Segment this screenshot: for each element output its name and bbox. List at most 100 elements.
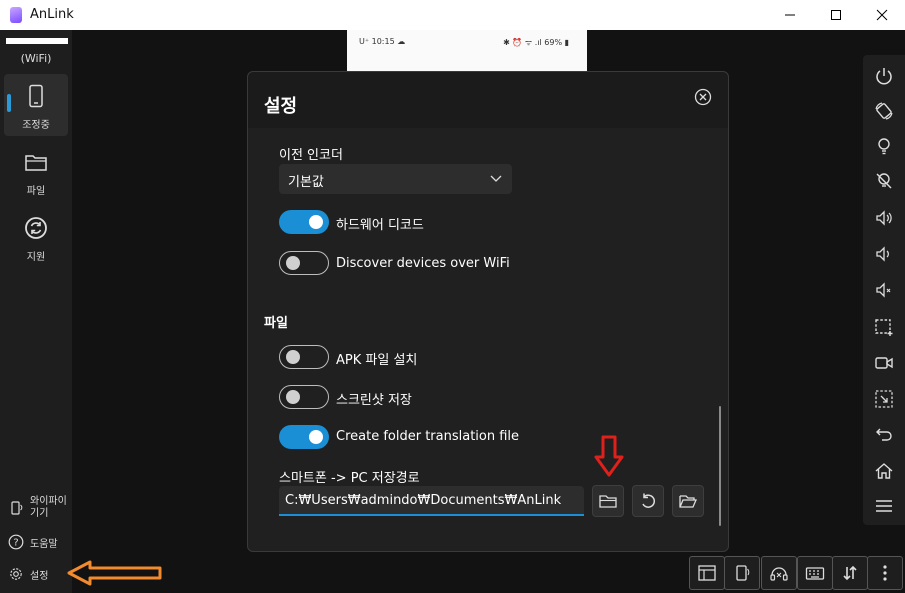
crop-icon bbox=[875, 390, 893, 408]
dialog-title: 설정 bbox=[264, 96, 298, 117]
encoder-select[interactable]: 기본값 bbox=[279, 164, 512, 194]
light-on-button[interactable] bbox=[871, 133, 897, 159]
audio-button[interactable] bbox=[761, 556, 797, 590]
crop-button[interactable] bbox=[871, 386, 897, 412]
audio-icon bbox=[770, 567, 788, 581]
light-on-icon bbox=[878, 138, 890, 155]
keyboard-icon bbox=[805, 567, 825, 580]
help-button[interactable]: ? 도움말 bbox=[8, 534, 58, 550]
keyboard-button[interactable] bbox=[797, 556, 833, 590]
hardware-decode-toggle[interactable] bbox=[279, 210, 329, 234]
open-folder-icon bbox=[679, 495, 697, 508]
more-icon bbox=[883, 565, 887, 581]
mute-button[interactable] bbox=[871, 277, 897, 303]
transfer-icon bbox=[843, 565, 857, 581]
maximize-icon bbox=[831, 10, 841, 20]
folder-icon bbox=[599, 495, 617, 508]
phone-status-icons: ✱ ⏰ ᯤ .ıl 69% ▮ bbox=[503, 38, 569, 47]
folder-icon bbox=[25, 155, 47, 171]
settings-button[interactable]: 설정 bbox=[8, 566, 48, 582]
toggle-knob bbox=[286, 256, 300, 270]
phone-icon bbox=[29, 84, 43, 108]
dialog-header: 설정 bbox=[248, 72, 728, 128]
save-path-input[interactable] bbox=[279, 486, 584, 516]
device-connection-label: (WiFi) bbox=[20, 52, 52, 65]
wifi-device-label: 와이파이 기기 bbox=[30, 496, 67, 519]
screenshot-region-button[interactable] bbox=[871, 314, 897, 340]
sidebar-item-label: 지원 bbox=[26, 252, 46, 263]
chevron-down-icon bbox=[490, 175, 502, 182]
undo-icon bbox=[642, 493, 656, 508]
encoder-select-value: 기본값 bbox=[288, 175, 324, 190]
open-folder-button[interactable] bbox=[672, 485, 704, 517]
toggle-knob bbox=[286, 390, 300, 404]
record-button[interactable] bbox=[871, 350, 897, 376]
file-section-title: 파일 bbox=[264, 316, 288, 331]
phone-screen-preview[interactable]: U⁺ 10:15 ☁ ✱ ⏰ ᯤ .ıl 69% ▮ bbox=[347, 30, 587, 74]
volume-up-button[interactable] bbox=[871, 205, 897, 231]
save-screenshot-toggle[interactable] bbox=[279, 385, 329, 409]
toggle-knob bbox=[309, 430, 323, 444]
encoder-label: 이전 인코더 bbox=[279, 148, 343, 163]
back-icon bbox=[876, 428, 892, 441]
active-indicator bbox=[7, 94, 11, 112]
install-apk-toggle[interactable] bbox=[279, 345, 329, 369]
screenshot-region-icon bbox=[875, 319, 893, 336]
hardware-decode-label: 하드웨어 디코드 bbox=[336, 218, 424, 233]
discover-wifi-toggle[interactable] bbox=[279, 251, 329, 275]
menu-button[interactable] bbox=[871, 493, 897, 519]
browse-folder-button[interactable] bbox=[592, 485, 624, 517]
rotate-button[interactable] bbox=[871, 98, 897, 124]
close-button[interactable] bbox=[859, 0, 905, 30]
annotation-red-arrow-icon bbox=[594, 435, 624, 477]
settings-label: 설정 bbox=[30, 570, 49, 582]
title-bar: AnLink bbox=[0, 0, 905, 30]
app-logo-icon bbox=[10, 7, 22, 23]
reset-path-button[interactable] bbox=[632, 485, 664, 517]
volume-up-icon bbox=[876, 210, 892, 226]
record-icon bbox=[875, 357, 893, 369]
svg-text:?: ? bbox=[13, 538, 18, 549]
light-off-icon bbox=[876, 173, 892, 189]
power-icon bbox=[876, 68, 892, 85]
close-icon bbox=[876, 9, 888, 21]
back-button[interactable] bbox=[871, 421, 897, 447]
menu-icon bbox=[876, 500, 892, 512]
refresh-icon bbox=[25, 217, 47, 239]
light-off-button[interactable] bbox=[871, 168, 897, 194]
create-folder-translation-toggle[interactable] bbox=[279, 425, 329, 449]
discover-wifi-label: Discover devices over WiFi bbox=[336, 256, 510, 271]
minimize-icon bbox=[785, 14, 795, 16]
sidebar-item-files[interactable]: 파일 bbox=[4, 140, 68, 202]
close-icon[interactable] bbox=[694, 88, 712, 106]
annotation-orange-arrow-icon bbox=[67, 560, 162, 586]
sidebar-item-label: 파일 bbox=[26, 186, 46, 197]
power-button[interactable] bbox=[871, 63, 897, 89]
phone-rotate-button[interactable] bbox=[724, 556, 760, 590]
app-title: AnLink bbox=[30, 7, 74, 22]
left-sidebar: (WiFi) 조정중 파일 지원 와이파이 기기 ? 도움말 설정 bbox=[0, 30, 72, 593]
more-button[interactable] bbox=[867, 556, 903, 590]
wifi-device-button[interactable]: 와이파이 기기 bbox=[8, 496, 74, 520]
sidebar-item-control[interactable]: 조정중 bbox=[4, 74, 68, 136]
home-button[interactable] bbox=[871, 458, 897, 484]
layout-button[interactable] bbox=[689, 556, 725, 590]
install-apk-label: APK 파일 설치 bbox=[336, 353, 418, 368]
save-path-label: 스마트폰 -> PC 저장경로 bbox=[279, 471, 420, 486]
minimize-button[interactable] bbox=[767, 0, 813, 30]
maximize-button[interactable] bbox=[813, 0, 859, 30]
right-toolbar bbox=[863, 55, 905, 525]
rotate-icon bbox=[875, 102, 893, 120]
wifi-device-icon bbox=[11, 501, 23, 515]
device-name-redacted bbox=[6, 38, 68, 44]
help-label: 도움말 bbox=[30, 538, 58, 550]
sidebar-item-label: 조정중 bbox=[22, 120, 50, 131]
sidebar-item-support[interactable]: 지원 bbox=[4, 206, 68, 268]
layout-icon bbox=[698, 565, 716, 581]
transfer-button[interactable] bbox=[832, 556, 868, 590]
volume-down-icon bbox=[876, 246, 889, 262]
dialog-scrollbar[interactable] bbox=[719, 406, 721, 526]
volume-down-button[interactable] bbox=[871, 241, 897, 267]
toggle-knob bbox=[309, 215, 323, 229]
settings-dialog: 설정 이전 인코더 기본값 하드웨어 디코드 Discover devices … bbox=[247, 71, 729, 552]
